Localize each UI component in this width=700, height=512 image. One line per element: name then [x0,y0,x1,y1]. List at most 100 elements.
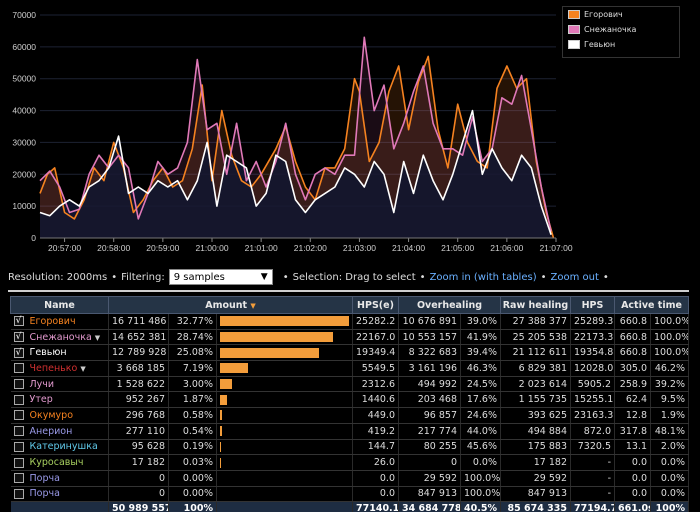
col-header-active-time[interactable]: Active time [614,296,689,314]
col-header-hpse[interactable]: HPS(e) [352,296,399,314]
name-cell: √ Снежаночка ▼ [10,329,109,346]
table-row[interactable]: Лучи 1 528 622 3.00% 2312.6 494 992 24.5% 2 02… [10,376,689,393]
active-time-cell: 660.8 [614,329,651,346]
amount-pct-cell: 0.54% [168,423,217,440]
amount-pct-cell: 0.19% [168,439,217,456]
table-row[interactable]: Порча 0 0.00% 0.0 847 913 100.0% 847 913-0.0 0.… [10,486,689,503]
active-time-cell: 13.1 [614,439,651,456]
amount-bar [220,379,232,390]
amount-bar [220,426,223,437]
table-row[interactable]: √ Гевьюн 12 789 928 25.08% 19349.4 8 322 683… [10,344,689,362]
row-checkbox[interactable] [13,457,24,468]
y-tick-label: 10000 [12,201,36,211]
table-row[interactable]: √ Егорович 16 711 486 32.77% 25282.2 10 676 … [10,313,689,330]
row-checkbox[interactable] [13,410,24,421]
table-row[interactable]: Утер 952 267 1.87% 1440.6 203 468 17.6% 1 155 … [10,391,689,409]
active-pct-cell: 0.0% [650,454,689,471]
filtering-select[interactable]: 9 samples ▼ [168,269,273,285]
player-name[interactable]: Чепенько [30,363,78,374]
overhealing-pct-cell: 46.3% [460,360,501,377]
hpse-cell: 0.0 [352,486,399,503]
player-name[interactable]: Гевьюн [30,347,67,358]
zoom-in-link[interactable]: Zoom in (with tables) [430,272,537,283]
col-header-name[interactable]: Name [10,296,109,314]
col-header-overhealing[interactable]: Overhealing [398,296,501,314]
x-tick-label: 20:58:00 [97,243,130,253]
col-header-raw-healing[interactable]: Raw healing [500,296,571,314]
player-name[interactable]: Порча [30,473,60,484]
amount-bar [220,394,228,405]
player-name[interactable]: Окумуро [30,410,73,421]
row-checkbox[interactable] [13,441,24,452]
player-name[interactable]: Утер [30,394,53,405]
row-checkbox[interactable]: √ [13,347,24,358]
amount-bar-cell [216,344,353,362]
row-checkbox[interactable] [13,488,24,499]
col-header-amount[interactable]: Amount ▼ [108,296,353,314]
hpse-cell: 26.0 [352,454,399,471]
overhealing-cell: 10 676 891 [398,313,461,330]
row-checkbox[interactable] [13,473,24,484]
player-name[interactable]: Куросавыч [30,457,84,468]
caret-down-icon[interactable]: ▼ [80,365,85,373]
row-checkbox[interactable] [13,379,24,390]
active-time-cell: 258.9 [614,376,651,393]
overhealing-pct-cell: 17.6% [460,391,501,409]
row-checkbox[interactable]: √ [13,316,24,327]
table-row[interactable]: Окумуро 296 768 0.58% 449.0 96 857 24.6% 393 6… [10,407,689,424]
overhealing-pct-cell: 100.0% [460,486,501,503]
player-name[interactable]: Егорович [30,316,76,327]
raw-healing-cell: 27 388 377 [500,313,571,330]
col-header-hps[interactable]: HPS [570,296,615,314]
table-row[interactable]: Порча 0 0.00% 0.0 29 592 100.0% 29 592-0.0 0.0% [10,470,689,487]
table-row[interactable]: Чепенько ▼ 3 668 185 7.19% 5549.5 3 161 196 46… [10,360,689,377]
selection-hint: Selection: Drag to select [292,271,416,283]
raw-healing-cell: 175 883 [500,439,571,456]
x-tick-label: 21:07:00 [539,243,572,253]
separator-dot: • [602,271,609,283]
filtering-label: Filtering: [121,271,165,283]
raw-healing-cell: 21 112 611 [500,344,571,362]
name-cell: Анерион [10,423,109,440]
footer-bar [216,501,353,512]
separator-dot: • [111,271,118,283]
footer-active-time: 661.0s [614,501,651,512]
player-name[interactable]: Снежаночка [30,332,92,343]
table-row[interactable]: Катеринушка 95 628 0.19% 144.7 80 255 45.6% 17… [10,439,689,456]
healing-table: Name Amount ▼ HPS(e) Overhealing Raw hea… [10,296,689,512]
amount-bar-cell [216,313,353,330]
player-name[interactable]: Катеринушка [30,441,98,452]
row-checkbox[interactable] [13,394,24,405]
player-name[interactable]: Порча [30,488,60,499]
name-cell: Порча [10,470,109,487]
legend-label: Снежаночка [584,25,637,34]
player-name[interactable]: Лучи [30,379,55,390]
amount-bar [220,441,221,452]
table-row[interactable]: Анерион 277 110 0.54% 419.2 217 774 44.0% 494 … [10,423,689,440]
row-checkbox[interactable] [13,426,24,437]
active-pct-cell: 0.0% [650,486,689,503]
row-checkbox[interactable] [13,363,24,374]
hpse-cell: 25282.2 [352,313,399,330]
caret-down-icon[interactable]: ▼ [95,334,100,342]
y-tick-label: 20000 [12,169,36,179]
table-row[interactable]: Куросавыч 17 182 0.03% 26.0 0 0.0% 17 182-0.0 0… [10,454,689,471]
hps-cell: 5905.2 [570,376,615,393]
active-time-cell: 660.8 [614,313,651,330]
active-pct-cell: 100.0% [650,344,689,362]
player-name[interactable]: Анерион [30,426,73,437]
zoom-out-link[interactable]: Zoom out [551,272,599,283]
legend-swatch [568,40,580,49]
active-time-cell: 0.0 [614,454,651,471]
overhealing-pct-cell: 0.0% [460,454,501,471]
table-row[interactable]: √ Снежаночка ▼ 14 652 381 28.74% 22167.0 10 5… [10,329,689,346]
footer-amount: 50 989 557 [108,501,169,512]
row-checkbox[interactable]: √ [13,332,24,343]
sort-desc-icon: ▼ [250,301,256,310]
amount-bar [220,347,319,358]
amount-pct-cell: 1.87% [168,391,217,409]
overhealing-cell: 847 913 [398,486,461,503]
y-tick-label: 40000 [12,106,36,116]
hpse-cell: 1440.6 [352,391,399,409]
amount-cell: 296 768 [108,407,169,424]
